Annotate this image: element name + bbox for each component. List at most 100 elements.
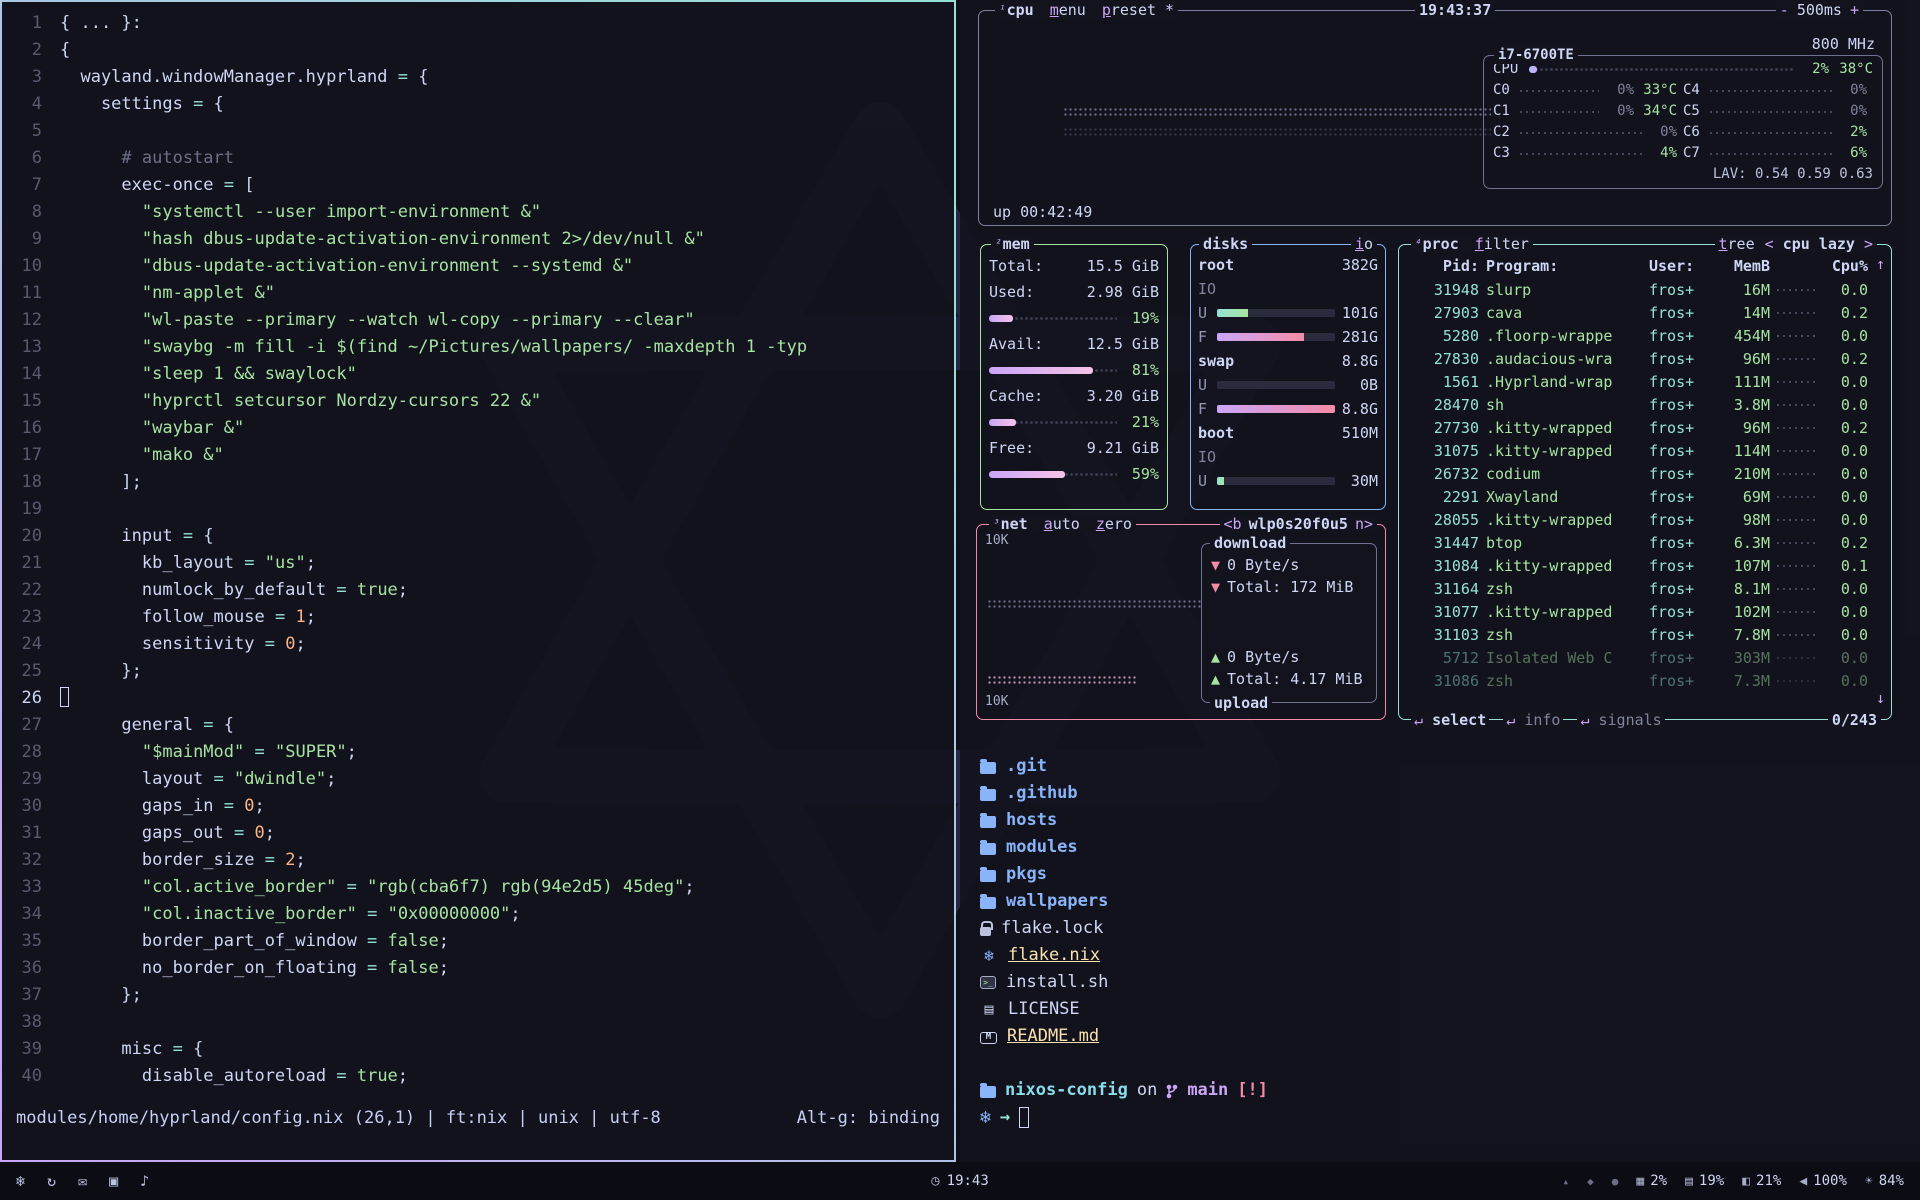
process-row[interactable]: 31077.kitty-wrappedfros+102M0.0	[1405, 600, 1887, 623]
line-number: 22	[2, 577, 42, 604]
process-row[interactable]: 28055.kitty-wrappedfros+98M0.0	[1405, 508, 1887, 531]
editor-line[interactable]: 35 border_part_of_window = false;	[2, 928, 954, 955]
editor-line[interactable]: 8 "systemctl --user import-environment &…	[2, 199, 954, 226]
editor-line[interactable]: 12 "wl-paste --primary --watch wl-copy -…	[2, 307, 954, 334]
editor-line[interactable]: 14 "sleep 1 && swaylock"	[2, 361, 954, 388]
shell-input-line[interactable]: ❄ →	[980, 1104, 1920, 1131]
editor-line[interactable]: 18 ];	[2, 469, 954, 496]
btop-window: ¹cpu menu preset * 19:43:37 - 500ms + 80…	[960, 0, 1920, 737]
editor-line[interactable]: 19	[2, 496, 954, 523]
interval-increase-button[interactable]: +	[1850, 1, 1859, 19]
select-action-button[interactable]: ↵ select	[1411, 711, 1489, 729]
process-row[interactable]: 27903cavafros+14M0.2	[1405, 301, 1887, 324]
process-row[interactable]: 27830.audacious-wrafros+96M0.2	[1405, 347, 1887, 370]
editor-line[interactable]: 27 general = {	[2, 712, 954, 739]
scroll-down-icon[interactable]: ↓	[1876, 689, 1885, 707]
editor-line[interactable]: 34 "col.inactive_border" = "0x00000000";	[2, 901, 954, 928]
brightness-stat[interactable]: ☀84%	[1865, 1173, 1904, 1189]
brightness-value: 84%	[1879, 1173, 1904, 1189]
editor-line[interactable]: 37 };	[2, 982, 954, 1009]
editor-line[interactable]: 13 "swaybg -m fill -i $(find ~/Pictures/…	[2, 334, 954, 361]
editor-line[interactable]: 2{	[2, 37, 954, 64]
net-zero-button[interactable]: zero	[1096, 515, 1132, 533]
editor-line[interactable]: 32 border_size = 2;	[2, 847, 954, 874]
terminal-window[interactable]: .git.githubhostsmodulespkgswallpapersfla…	[960, 737, 1920, 1162]
editor-line[interactable]: 16 "waybar &"	[2, 415, 954, 442]
editor-line[interactable]: 22 numlock_by_default = true;	[2, 577, 954, 604]
editor-line[interactable]: 21 kb_layout = "us";	[2, 550, 954, 577]
editor-line[interactable]: 1{ ... }:	[2, 10, 954, 37]
net-interface-switcher[interactable]: <b wlp0s20f0u5 n>	[1220, 515, 1377, 533]
editor-line[interactable]: 20 input = {	[2, 523, 954, 550]
uptime: up 00:42:49	[993, 203, 1092, 221]
process-row[interactable]: 5280.floorp-wrappefros+454M0.0	[1405, 324, 1887, 347]
volume-stat[interactable]: ◀100%	[1799, 1173, 1847, 1189]
editor-line[interactable]: 28 "$mainMod" = "SUPER";	[2, 739, 954, 766]
process-row[interactable]: 31075.kitty-wrappedfros+114M0.0	[1405, 439, 1887, 462]
taskbar-clock[interactable]: ◷ 19:43	[931, 1173, 989, 1189]
process-row[interactable]: 26732codiumfros+210M0.0	[1405, 462, 1887, 485]
cpu-core-row: C20%	[1493, 122, 1677, 143]
editor-line[interactable]: 5	[2, 118, 954, 145]
editor-line[interactable]: 10 "dbus-update-activation-environment -…	[2, 253, 954, 280]
process-row[interactable]: 31447btopfros+6.3M0.2	[1405, 531, 1887, 554]
preset-button[interactable]: preset *	[1102, 1, 1174, 19]
tray-icon-3[interactable]: ●	[1612, 1175, 1619, 1188]
editor-window[interactable]: 1{ ... }:2{3 wayland.windowManager.hyprl…	[0, 0, 956, 1162]
editor-buffer[interactable]: 1{ ... }:2{3 wayland.windowManager.hyprl…	[2, 2, 954, 1090]
editor-line[interactable]: 26	[2, 685, 954, 712]
editor-line[interactable]: 4 settings = {	[2, 91, 954, 118]
editor-line[interactable]: 24 sensitivity = 0;	[2, 631, 954, 658]
process-row[interactable]: 28470shfros+3.8M0.0	[1405, 393, 1887, 416]
editor-line[interactable]: 7 exec-once = [	[2, 172, 954, 199]
memory-value: 19%	[1699, 1173, 1724, 1189]
signals-action-button[interactable]: ↵ signals	[1577, 711, 1664, 729]
net-upload-graph	[987, 675, 1137, 685]
tray-icon-2[interactable]: ◆	[1587, 1175, 1594, 1188]
display-icon[interactable]: ▣	[109, 1172, 118, 1190]
info-action-button[interactable]: ↵ info	[1503, 711, 1563, 729]
editor-line[interactable]: 23 follow_mouse = 1;	[2, 604, 954, 631]
editor-line[interactable]: 17 "mako &"	[2, 442, 954, 469]
editor-line[interactable]: 29 layout = "dwindle";	[2, 766, 954, 793]
io-mode-button[interactable]: io	[1351, 235, 1377, 253]
process-row[interactable]: 2291Xwaylandfros+69M0.0	[1405, 485, 1887, 508]
refresh-icon[interactable]: ↻	[47, 1172, 56, 1190]
editor-line[interactable]: 33 "col.active_border" = "rgb(cba6f7) rg…	[2, 874, 954, 901]
interval-decrease-button[interactable]: -	[1780, 1, 1789, 19]
editor-line[interactable]: 15 "hyprctl setcursor Nordzy-cursors 22 …	[2, 388, 954, 415]
editor-line[interactable]: 6 # autostart	[2, 145, 954, 172]
process-row[interactable]: 1561.Hyprland-wrapfros+111M0.0	[1405, 370, 1887, 393]
editor-line[interactable]: 11 "nm-applet &"	[2, 280, 954, 307]
music-icon[interactable]: ♪	[140, 1172, 149, 1190]
editor-line[interactable]: 40 disable_autoreload = true;	[2, 1063, 954, 1090]
editor-line[interactable]: 39 misc = {	[2, 1036, 954, 1063]
file-item: >_install.sh	[980, 969, 1920, 996]
process-row[interactable]: 31086zshfros+7.3M0.0	[1405, 669, 1887, 692]
process-row[interactable]: 31084.kitty-wrappedfros+107M0.1	[1405, 554, 1887, 577]
editor-line[interactable]: 3 wayland.windowManager.hyprland = {	[2, 64, 954, 91]
process-row[interactable]: 5712Isolated Web Cfros+303M0.0	[1405, 646, 1887, 669]
folder-icon	[980, 789, 996, 801]
line-number: 26	[2, 685, 42, 712]
sort-column-selector[interactable]: < cpu lazy >	[1765, 235, 1873, 253]
menu-button[interactable]: menu	[1050, 1, 1086, 19]
editor-line[interactable]: 31 gaps_out = 0;	[2, 820, 954, 847]
scroll-up-icon[interactable]: ↑	[1876, 255, 1885, 273]
editor-line[interactable]: 30 gaps_in = 0;	[2, 793, 954, 820]
process-row[interactable]: 31103zshfros+7.8M0.0	[1405, 623, 1887, 646]
process-row[interactable]: 27730.kitty-wrappedfros+96M0.2	[1405, 416, 1887, 439]
messages-icon[interactable]: ✉	[78, 1172, 87, 1190]
line-number: 7	[2, 172, 42, 199]
editor-line[interactable]: 38	[2, 1009, 954, 1036]
tree-toggle-button[interactable]: tree	[1719, 235, 1755, 253]
net-auto-button[interactable]: auto	[1044, 515, 1080, 533]
filter-button[interactable]: filter	[1475, 235, 1529, 253]
tray-icon-1[interactable]: ▴	[1563, 1175, 1570, 1188]
process-row[interactable]: 31948slurpfros+16M0.0	[1405, 278, 1887, 301]
editor-line[interactable]: 25 };	[2, 658, 954, 685]
nix-logo-icon[interactable]: ❄	[16, 1172, 25, 1190]
editor-line[interactable]: 36 no_border_on_floating = false;	[2, 955, 954, 982]
process-row[interactable]: 31164zshfros+8.1M0.0	[1405, 577, 1887, 600]
editor-line[interactable]: 9 "hash dbus-update-activation-environme…	[2, 226, 954, 253]
